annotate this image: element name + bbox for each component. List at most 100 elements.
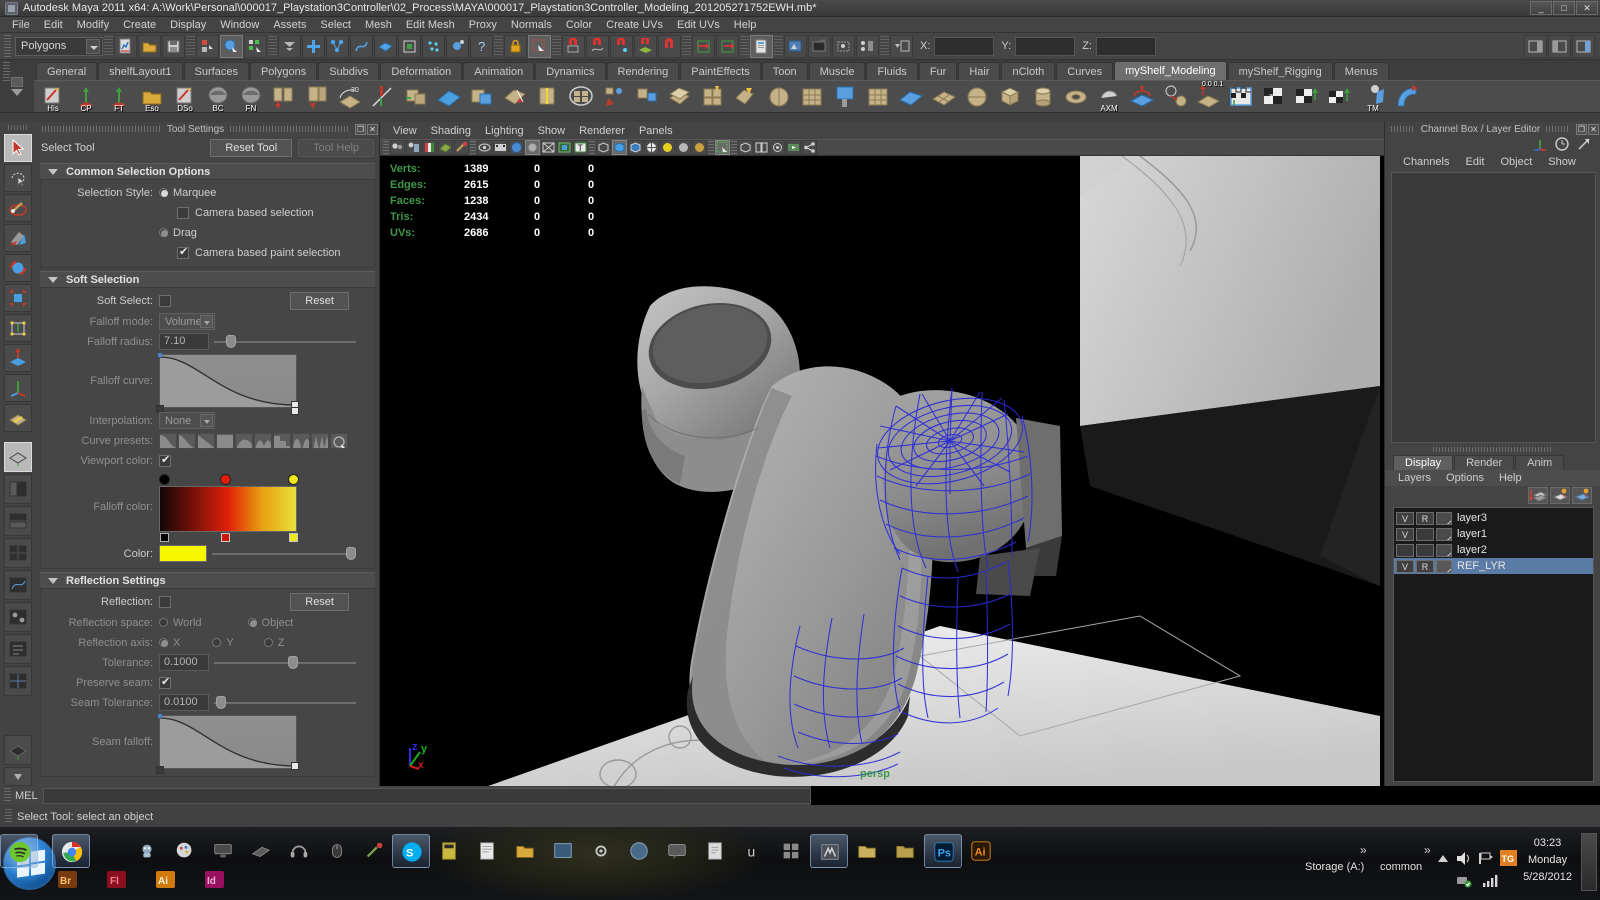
tool-settings-scroll[interactable]: Common Selection Options Selection Style… [36,160,379,786]
soft-select-checkbox[interactable] [159,295,171,307]
layer-reference-toggle[interactable] [1416,527,1434,541]
layer-row-layer3[interactable]: V R layer3 [1394,510,1593,526]
tool-help-button[interactable]: Tool Help [298,139,374,157]
frame-soft-selection[interactable]: Soft Selection [40,271,375,288]
scale-tool-icon[interactable] [4,284,32,312]
select-all-icon[interactable] [302,34,325,58]
shelf-tab-subdivs[interactable]: Subdivs [318,62,380,80]
taskbar-app7-button[interactable] [280,834,318,868]
curve-preset-sharp-icon[interactable] [197,432,215,449]
menu-file[interactable]: File [5,17,37,33]
common-label[interactable]: common [1380,861,1422,873]
layer-color-swatch[interactable] [1436,527,1452,541]
surface-select-icon[interactable] [374,34,397,58]
show-attribute-editor-icon[interactable] [1524,34,1547,58]
taskbar-app20-button[interactable] [772,834,810,868]
shelf-button-cylinder[interactable] [1027,81,1059,112]
reflection-axis-y-radio[interactable] [212,638,222,647]
shelf-button-add-divisions[interactable] [598,81,630,112]
curve-preset-custom-icon[interactable] [330,432,348,449]
storage-expand-chevron[interactable]: » [1360,843,1367,857]
paint-select-tool-icon[interactable] [4,194,32,222]
shelf-button-duplicate-face[interactable] [664,81,696,112]
menu-create[interactable]: Create [116,17,163,33]
resolution-gate-icon[interactable] [509,140,524,155]
single-perspective-icon[interactable] [738,140,753,155]
preserve-seam-checkbox[interactable] [159,675,171,689]
layer-visibility-toggle[interactable]: V [1396,559,1414,573]
shelf-tabs[interactable]: General shelfLayout1 Surfaces Polygons S… [34,60,1600,80]
falloff-mode-dropdown[interactable]: Volume [159,313,215,330]
xray-icon[interactable] [541,140,556,155]
menu-create-uvs[interactable]: Create UVs [599,17,670,33]
shelf-button-boolean-union[interactable] [466,81,498,112]
shelf-tab-muscle[interactable]: Muscle [808,62,866,80]
camera-based-paint-selection-checkbox[interactable] [177,245,189,259]
image-plane-icon[interactable] [438,140,453,155]
select-hierarchy-icon[interactable] [326,34,349,58]
chevron-down-icon[interactable] [200,414,213,427]
channel-box-icon-row[interactable] [1385,136,1600,154]
bridge-icon[interactable]: Br [58,871,77,891]
toolbox-grip[interactable] [8,125,28,130]
shelf-tab-menus[interactable]: Menus [1333,62,1389,80]
menu-modify[interactable]: Modify [70,17,116,33]
shelf-button-dso[interactable]: DSo [169,81,201,112]
lattice-select-icon[interactable] [398,34,421,58]
shelf-button-split-polygon[interactable] [499,81,531,112]
channel-menu-edit[interactable]: Edit [1457,156,1492,168]
reflection-reset-button[interactable]: Reset [290,593,349,611]
frame-reflection-settings[interactable]: Reflection Settings [40,572,375,589]
taskbar-app15-button[interactable] [582,834,620,868]
window-controls[interactable]: _ □ ✕ [1530,1,1598,15]
falloff-color-ramp[interactable] [159,474,305,542]
drag-radio[interactable] [159,228,168,237]
ramp-marker-red[interactable] [221,533,230,542]
seam-tolerance-input[interactable]: 0.0100 [159,694,209,711]
ramp-marker-yellow[interactable] [289,533,298,542]
quick-layout-graph-icon[interactable] [4,570,32,600]
shading-smooth-mesh-icon[interactable] [644,140,659,155]
viewport-menu-shading[interactable]: Shading [424,125,478,137]
curve-select-icon[interactable] [350,34,373,58]
reflection-axis-x-radio[interactable] [159,638,168,647]
coord-y-input[interactable] [1015,36,1076,56]
help-line-grip[interactable] [5,809,12,824]
layer-editor-tabs[interactable]: Display Render Anim [1385,454,1600,470]
new-layer-from-selected-2-icon[interactable] [1572,487,1592,504]
construction-history-on-icon[interactable] [692,34,715,58]
chevron-down-icon[interactable] [200,315,213,328]
two-pane-layout-icon[interactable] [754,140,769,155]
layer-color-swatch[interactable] [1436,511,1452,525]
menu-color[interactable]: Color [559,17,599,33]
taskbar-skype-button[interactable]: S [392,834,430,868]
shelf-tab-general[interactable]: General [36,62,98,80]
taskbar-app16-button[interactable] [620,834,658,868]
chevron-down-icon[interactable] [48,276,58,283]
layer-reference-toggle[interactable]: R [1416,559,1434,573]
lighting-default-icon[interactable] [660,140,675,155]
lasso-tool-icon[interactable] [4,164,32,192]
ramp-handle-red[interactable] [220,474,231,485]
shelf-button-his[interactable]: His [37,81,69,112]
save-scene-icon[interactable] [162,34,185,58]
shelf-tab-myshelf-rigging[interactable]: myShelf_Rigging [1227,62,1333,80]
ipr-render-icon[interactable] [784,34,807,58]
render-current-frame-icon[interactable] [750,34,773,58]
quick-layout-fourview-icon[interactable] [4,538,32,568]
menu-proxy[interactable]: Proxy [462,17,504,33]
color-swatch[interactable] [159,545,207,562]
curve-preset-linear-icon[interactable] [178,432,196,449]
layer-editor-menu[interactable]: Layers Options Help [1385,470,1600,486]
shelf-button-sphere[interactable] [961,81,993,112]
rotate-tool-icon[interactable] [4,254,32,282]
falloff-gradient-bar[interactable] [159,486,297,532]
chevron-down-icon[interactable] [48,168,58,175]
layer-list[interactable]: V R layer3 V layer1 layer2 V R REF_LYR [1393,507,1594,782]
layer-name[interactable]: layer2 [1457,544,1487,556]
statusline-right-group[interactable] [1524,34,1600,58]
quick-layout-uv-icon[interactable] [4,666,32,696]
maximize-button[interactable]: □ [1553,1,1575,15]
viewport-menu-panels[interactable]: Panels [632,125,680,137]
shelf-grip[interactable] [3,62,10,82]
